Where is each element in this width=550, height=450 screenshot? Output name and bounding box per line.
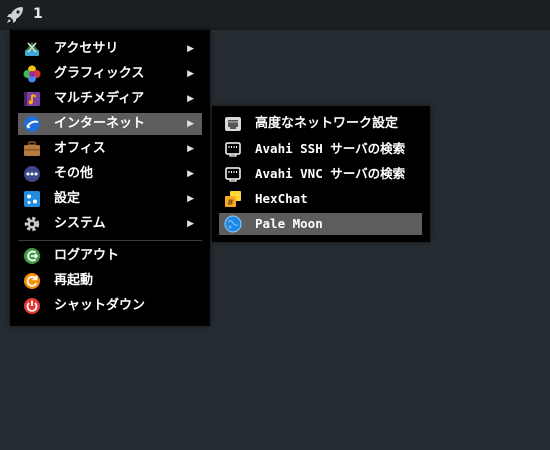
pale-moon-icon [224,215,242,233]
menu-item-label: インターネット [54,116,146,131]
submenu-arrow-icon: ▶ [187,69,194,79]
submenu-item-pale-moon[interactable]: Pale Moon [219,213,422,235]
graphics-icon [23,65,41,83]
submenu-item-label: 高度なネットワーク設定 [255,116,399,131]
menu-item-label: アクセサリ [54,41,119,56]
accessories-icon [25,42,39,56]
submenu-arrow-icon: ▶ [187,94,194,104]
rocket-icon[interactable] [5,5,25,25]
menu-item-label: グラフィックス [54,66,145,81]
menu-item-office[interactable]: オフィス ▶ [18,138,202,160]
menu-item-accessories[interactable]: アクセサリ ▶ [18,38,202,60]
menu-item-label: オフィス [54,141,106,156]
submenu-arrow-icon: ▶ [187,144,194,154]
menu-item-label: シャットダウン [54,298,146,313]
avahi-vnc-icon [225,167,241,182]
menu-item-internet[interactable]: インターネット ▶ [18,113,202,135]
menu-item-logout[interactable]: ログアウト [18,245,202,267]
network-settings-icon [225,117,241,131]
menu-item-label: 再起動 [54,273,94,288]
submenu-item-label: HexChat [255,191,308,206]
menu-item-label: その他 [54,166,94,181]
menu-item-system[interactable]: システム ▶ [18,213,202,235]
office-icon [24,141,40,156]
menu-item-multimedia[interactable]: マルチメディア ▶ [18,88,202,110]
submenu-item-label: Avahi SSH サーバの検索 [255,141,406,156]
other-icon [24,166,40,182]
menu-item-label: マルチメディア [54,91,145,106]
submenu-item-network-settings[interactable]: 高度なネットワーク設定 [219,113,422,135]
menu-item-graphics[interactable]: グラフィックス ▶ [18,63,202,85]
reboot-icon [24,273,40,289]
submenu-arrow-icon: ▶ [187,169,194,179]
workspace-indicator[interactable]: 1 [33,6,43,22]
submenu-item-label: Avahi VNC サーバの検索 [255,166,406,181]
application-menu: アクセサリ ▶ グラフィックス ▶ マルチメディア ▶ インターネット ▶ オフ… [10,30,210,326]
hexchat-icon: # [225,191,241,207]
submenu-item-hexchat[interactable]: # HexChat [219,188,422,210]
menu-item-shutdown[interactable]: シャットダウン [18,295,202,317]
shutdown-icon [24,298,40,314]
multimedia-icon [24,92,40,106]
settings-icon [24,191,40,207]
logout-icon [24,248,40,264]
submenu-item-avahi-vnc[interactable]: Avahi VNC サーバの検索 [219,163,422,185]
menu-item-label: 設定 [54,191,81,206]
top-panel: 1 [0,0,550,30]
menu-item-reboot[interactable]: 再起動 [18,270,202,292]
menu-item-settings[interactable]: 設定 ▶ [18,188,202,210]
internet-submenu: 高度なネットワーク設定 Avahi SSH サーバの検索 Avahi VNC サ… [212,106,430,242]
menu-item-label: ログアウト [54,248,120,263]
menu-separator [18,240,202,241]
menu-item-other[interactable]: その他 ▶ [18,163,202,185]
menu-item-label: システム [54,216,106,231]
submenu-item-avahi-ssh[interactable]: Avahi SSH サーバの検索 [219,138,422,160]
avahi-ssh-icon [225,142,241,157]
submenu-arrow-icon: ▶ [187,219,194,229]
submenu-item-label: Pale Moon [255,216,323,231]
svg-text:#: # [227,198,234,207]
submenu-arrow-icon: ▶ [187,194,194,204]
submenu-arrow-icon: ▶ [187,119,194,129]
internet-icon [24,116,40,132]
system-icon [24,216,40,232]
submenu-arrow-icon: ▶ [187,44,194,54]
